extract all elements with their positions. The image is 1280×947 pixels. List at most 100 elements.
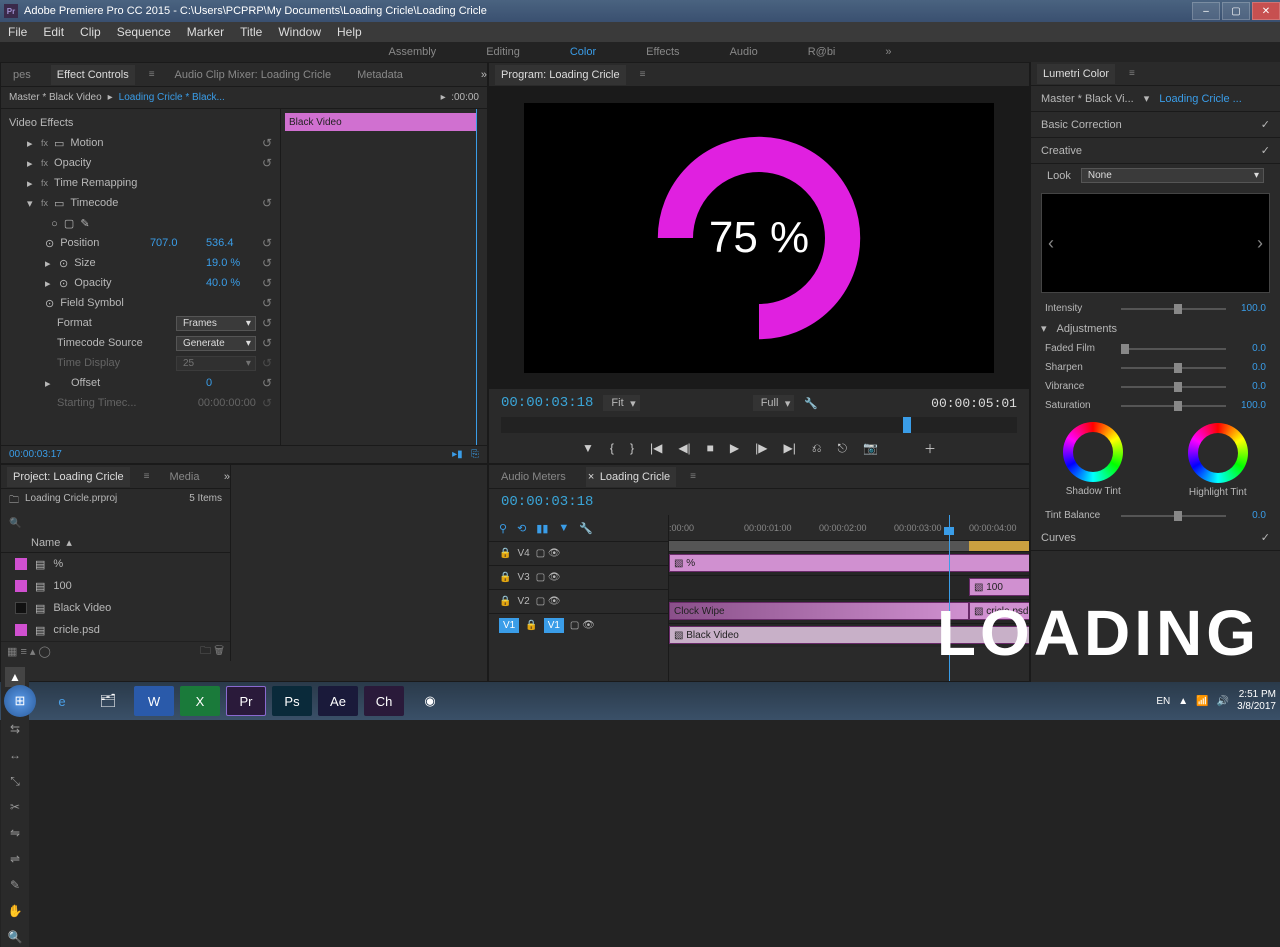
menu-edit[interactable]: Edit <box>43 25 64 39</box>
rolling-tool[interactable]: ↔ <box>5 745 25 765</box>
linked-selection-icon[interactable]: ⟲ <box>517 522 526 535</box>
prop-tc-source[interactable]: Timecode SourceGenerate↺ <box>1 333 280 353</box>
zoom-fit-dropdown[interactable]: Fit <box>603 395 639 411</box>
workspace-effects[interactable]: Effects <box>646 46 679 58</box>
track-v3[interactable]: ▧ 100 <box>669 575 1029 599</box>
overflow-icon[interactable]: » <box>481 69 487 81</box>
export-frame-icon[interactable]: 📷 <box>863 441 878 455</box>
lang-indicator[interactable]: EN <box>1156 696 1170 707</box>
goto-out-icon[interactable]: ▶| <box>784 441 796 455</box>
prop-field-symbol[interactable]: ⊙Field Symbol↺ <box>1 293 280 313</box>
track-header-v3[interactable]: 🔒 V3 ▢ 👁 <box>489 565 668 589</box>
prop-offset[interactable]: ▸Offset0↺ <box>1 373 280 393</box>
ie-icon[interactable]: e <box>42 686 82 716</box>
chrome-icon[interactable]: ◉ <box>410 686 450 716</box>
tab-audio-meters[interactable]: Audio Meters <box>495 467 572 487</box>
fx-opacity[interactable]: ▸fxOpacity↺ <box>1 153 280 173</box>
menu-title[interactable]: Title <box>240 25 262 39</box>
look-dropdown[interactable]: None <box>1081 168 1264 183</box>
col-name[interactable]: Name <box>31 537 60 549</box>
workspace-assembly[interactable]: Assembly <box>389 46 437 58</box>
search-icon[interactable]: 🔍 <box>9 518 21 529</box>
workspace-overflow-icon[interactable]: » <box>885 46 891 58</box>
minimize-button[interactable]: – <box>1192 2 1220 20</box>
out-point-icon[interactable]: } <box>630 441 634 455</box>
workspace-color[interactable]: Color <box>570 46 596 58</box>
pen-tool[interactable]: ✎ <box>5 875 25 895</box>
project-item[interactable]: ▤cricle.psd <box>1 619 230 641</box>
project-item[interactable]: ▤% <box>1 553 230 575</box>
tab-sequence[interactable]: ×Loading Cricle <box>586 467 676 487</box>
excel-icon[interactable]: X <box>180 686 220 716</box>
workspace-audio[interactable]: Audio <box>730 46 758 58</box>
goto-in-icon[interactable]: |◀ <box>650 441 662 455</box>
track-header-v4[interactable]: 🔒 V4 ▢ 👁 <box>489 541 668 565</box>
menu-window[interactable]: Window <box>278 25 321 39</box>
section-basic-correction[interactable]: Basic Correction✓ <box>1031 112 1280 138</box>
tab-audio-mixer[interactable]: Audio Clip Mixer: Loading Cricle <box>169 65 338 85</box>
prop-position[interactable]: ⊙Position707.0536.4↺ <box>1 233 280 253</box>
slider-sharpen[interactable]: Sharpen0.0 <box>1031 358 1280 377</box>
slider-faded-film[interactable]: Faded Film0.0 <box>1031 339 1280 358</box>
fx-timecode[interactable]: ▾fx ▭ Timecode↺ <box>1 193 280 213</box>
track-header-v2[interactable]: 🔒 V2 ▢ 👁 <box>489 589 668 613</box>
explorer-icon[interactable]: 🗂 <box>88 686 128 716</box>
menu-marker[interactable]: Marker <box>187 25 224 39</box>
tab-lumetri[interactable]: Lumetri Color <box>1037 64 1115 84</box>
menu-sequence[interactable]: Sequence <box>117 25 171 39</box>
prop-format[interactable]: FormatFrames↺ <box>1 313 280 333</box>
characteranim-icon[interactable]: Ch <box>364 686 404 716</box>
workspace-editing[interactable]: Editing <box>486 46 520 58</box>
slider-intensity[interactable]: Intensity100.0 <box>1031 299 1280 318</box>
razor-tool[interactable]: ✂ <box>5 797 25 817</box>
ec-mini-timeline[interactable]: Black Video <box>281 109 487 445</box>
step-fwd-icon[interactable]: |▶ <box>755 441 767 455</box>
track-v1[interactable]: ▧ Black Video <box>669 623 1029 647</box>
menu-file[interactable]: File <box>8 25 27 39</box>
play-icon[interactable]: ▶ <box>730 441 739 455</box>
snap-icon[interactable]: ⚲ <box>499 522 507 535</box>
settings-icon[interactable]: 🔧 <box>804 397 818 410</box>
mask-tools[interactable]: ○ ▢ ✎ <box>1 213 280 233</box>
tag-icon[interactable]: ▼ <box>558 522 569 534</box>
timeline-timecode[interactable]: 00:00:03:18 <box>501 494 593 510</box>
fx-motion[interactable]: ▸fx ▭ Motion↺ <box>1 133 280 153</box>
slider-saturation[interactable]: Saturation100.0 <box>1031 396 1280 415</box>
stop-icon[interactable]: ■ <box>707 441 714 455</box>
shadow-tint-wheel[interactable]: Shadow Tint <box>1058 423 1128 498</box>
tray-flag-icon[interactable]: ▲ <box>1178 696 1188 707</box>
aftereffects-icon[interactable]: Ae <box>318 686 358 716</box>
extract-icon[interactable]: ⎋ <box>837 441 847 456</box>
timeline-ruler[interactable]: :00:00 00:00:01:00 00:00:02:00 00:00:03:… <box>669 515 1029 541</box>
marker-icon[interactable]: ▮▮ <box>536 522 548 535</box>
selection-tool[interactable]: ▲ <box>5 667 25 687</box>
program-viewport[interactable]: 75 % <box>524 103 994 373</box>
tab-media[interactable]: Media <box>164 467 206 487</box>
video-effects-section[interactable]: Video Effects <box>1 113 280 133</box>
tab-program[interactable]: Program: Loading Cricle <box>495 65 626 85</box>
fx-timeremap[interactable]: ▸fxTime Remapping <box>1 173 280 193</box>
zoom-tool[interactable]: 🔍 <box>5 927 25 947</box>
close-button[interactable]: ✕ <box>1252 2 1280 20</box>
maximize-button[interactable]: ▢ <box>1222 2 1250 20</box>
timeline-playhead[interactable] <box>949 515 950 681</box>
tab-effect-controls[interactable]: Effect Controls <box>51 65 135 85</box>
panel-menu-icon[interactable]: ≡ <box>149 69 155 80</box>
ec-seq-label[interactable]: Loading Cricle * Black... <box>119 92 225 103</box>
premiere-icon[interactable]: Pr <box>226 686 266 716</box>
tab-types[interactable]: pes <box>7 65 37 85</box>
project-item[interactable]: ▤Black Video <box>1 597 230 619</box>
slide-tool[interactable]: ⇌ <box>5 849 25 869</box>
section-adjustments[interactable]: Adjustments <box>1057 323 1118 335</box>
tray-network-icon[interactable]: 📶 <box>1196 696 1208 707</box>
step-back-icon[interactable]: ◀| <box>678 441 690 455</box>
slider-vibrance[interactable]: Vibrance0.0 <box>1031 377 1280 396</box>
start-button[interactable]: ⊞ <box>4 685 36 717</box>
in-point-icon[interactable]: { <box>610 441 614 455</box>
program-scrubber[interactable] <box>501 417 1017 433</box>
track-header-v1[interactable]: V1 🔒 V1 ▢ 👁 <box>489 613 668 637</box>
wrench-icon[interactable]: 🔧 <box>579 522 593 535</box>
track-v4[interactable]: ▧ % <box>669 551 1029 575</box>
rate-stretch-tool[interactable]: ⤡ <box>5 771 25 791</box>
add-button-icon[interactable]: ＋ <box>924 440 936 457</box>
